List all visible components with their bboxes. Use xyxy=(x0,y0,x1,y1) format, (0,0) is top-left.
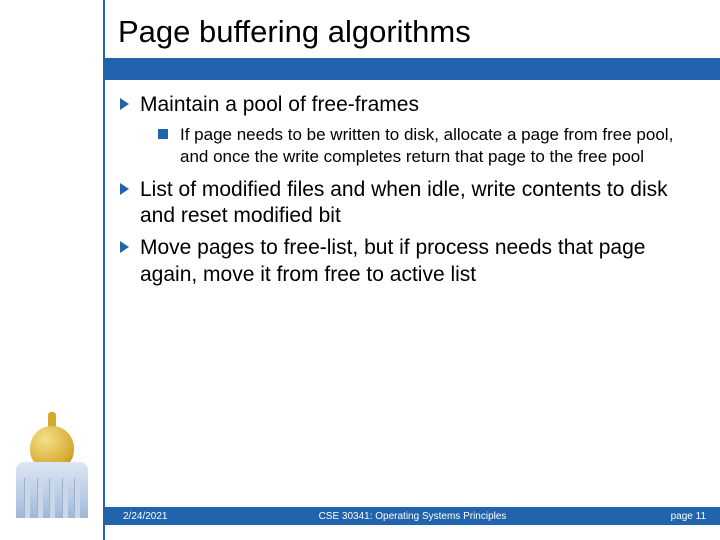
bullet-item: Maintain a pool of free-frames xyxy=(120,92,690,118)
left-rail-line xyxy=(103,0,105,540)
bullet-text: Maintain a pool of free-frames xyxy=(140,93,419,116)
slide: Page buffering algorithms Maintain a poo… xyxy=(0,0,720,540)
bullet-text: List of modified files and when idle, wr… xyxy=(140,178,668,227)
footer-bar: 2/24/2021 CSE 30341: Operating Systems P… xyxy=(105,507,720,525)
bullet-item: List of modified files and when idle, wr… xyxy=(120,177,690,230)
footer-page-number: page 11 xyxy=(671,511,706,522)
content-body: Maintain a pool of free-frames If page n… xyxy=(120,92,690,294)
bullet-text: Move pages to free-list, but if process … xyxy=(140,236,645,285)
university-dome-logo xyxy=(6,408,98,518)
bullet-item: Move pages to free-list, but if process … xyxy=(120,235,690,288)
title-area: Page buffering algorithms xyxy=(0,0,720,80)
sub-bullet-text: If page needs to be written to disk, all… xyxy=(180,125,673,165)
slide-title: Page buffering algorithms xyxy=(118,14,471,50)
footer-course: CSE 30341: Operating Systems Principles xyxy=(105,511,720,522)
title-underline-bar xyxy=(105,58,720,80)
left-rail xyxy=(0,0,105,540)
sub-bullet-item: If page needs to be written to disk, all… xyxy=(158,124,690,167)
